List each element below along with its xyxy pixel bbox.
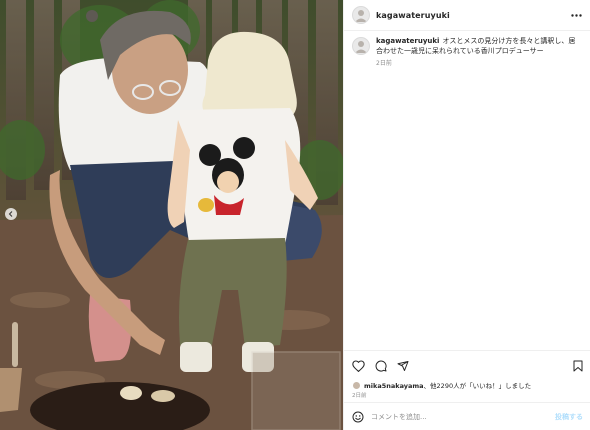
share-icon	[397, 361, 408, 371]
profile-avatar-icon	[355, 10, 367, 22]
post-header: kagawateruyuki	[344, 0, 590, 31]
likes-count-text: 、他2290人が「いいね！」しました	[423, 382, 532, 390]
more-options-button[interactable]	[569, 8, 583, 22]
liker-username[interactable]: mika5nakayama	[364, 382, 424, 390]
emoji-button[interactable]	[352, 411, 364, 423]
more-horizontal-icon	[570, 13, 582, 17]
save-button[interactable]	[571, 360, 584, 373]
post-timestamp: 2日前	[352, 393, 367, 399]
like-button[interactable]	[352, 360, 365, 373]
caption-body: kagawateruyuki オスとメスの見分け方を長々と講釈し、居合わせた一歳児…	[376, 37, 580, 69]
likes-summary: mika5nakayama、他2290人が「いいね！」しました	[352, 380, 531, 390]
action-bar	[352, 359, 584, 373]
emoji-icon	[352, 411, 364, 422]
comment-bar: 投稿する	[344, 402, 590, 430]
post-comment-button[interactable]: 投稿する	[555, 412, 583, 422]
share-button[interactable]	[396, 360, 409, 373]
profile-avatar[interactable]	[352, 6, 370, 24]
post-author-username[interactable]: kagawateruyuki	[376, 11, 450, 20]
photo-illustration	[0, 0, 343, 430]
comment-icon	[375, 360, 386, 372]
post-photo[interactable]	[0, 0, 343, 430]
likes-text[interactable]: mika5nakayama、他2290人が「いいね！」しました	[364, 380, 531, 390]
carousel-prev-button[interactable]	[5, 208, 17, 220]
comment-input[interactable]	[371, 409, 555, 424]
post-actions-area: mika5nakayama、他2290人が「いいね！」しました 2日前	[344, 350, 590, 402]
caption: kagawateruyuki オスとメスの見分け方を長々と講釈し、居合わせた一歳児…	[352, 37, 584, 69]
caption-avatar[interactable]	[352, 37, 370, 55]
caption-timestamp: 2日前	[376, 60, 392, 67]
comment-button[interactable]	[374, 360, 387, 373]
post-detail-panel: kagawateruyuki kagawateruyuki オスとメスの見分け方を…	[343, 0, 590, 430]
liker-avatar[interactable]	[352, 380, 361, 390]
bookmark-icon	[573, 360, 582, 372]
profile-avatar-icon	[355, 41, 367, 53]
heart-icon	[352, 360, 365, 372]
chevron-left-icon	[8, 211, 13, 217]
caption-username[interactable]: kagawateruyuki	[376, 37, 439, 45]
